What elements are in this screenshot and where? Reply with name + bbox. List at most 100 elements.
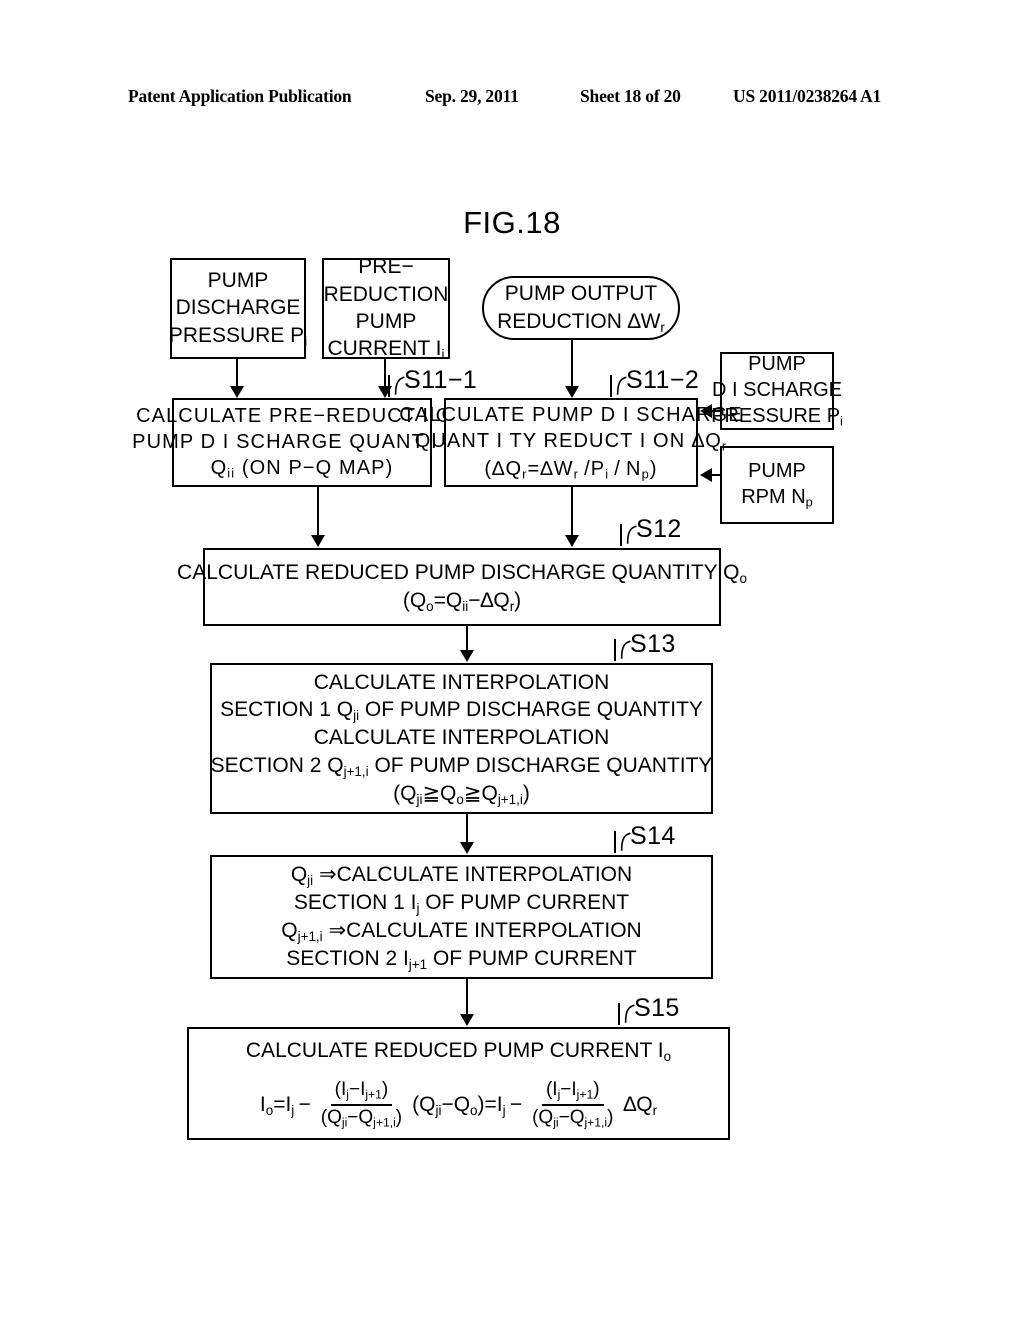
prpc-line1: PRE− xyxy=(358,255,414,279)
s11-2-line2-sub: r xyxy=(721,438,728,454)
s14-line3: Qj+1,i ⇒CALCULATE INTERPOLATION xyxy=(281,917,641,945)
s15-formula-mid: (Qji−Qo)=Ij − xyxy=(412,1092,523,1118)
s15-formula: Io=Ij − (Ij−Ij+1) (Qji−Qj+1,i) (Qji−Qo)=… xyxy=(258,1079,659,1130)
arrowhead-pdpr-to-s11-2 xyxy=(700,404,712,418)
s14-line3-a: Q xyxy=(281,919,298,942)
prpc-line3: PUMP xyxy=(355,310,417,334)
s15-frac1-numerator: (Ij−Ij+1) xyxy=(330,1079,393,1106)
header-patent-number: US 2011/0238264 A1 xyxy=(733,86,882,106)
s11-1-line3-sub: ii xyxy=(227,465,236,481)
s14-line4: SECTION 2 Ij+1 OF PUMP CURRENT xyxy=(286,945,636,973)
step-label-s12: S12 xyxy=(636,515,682,543)
arrowhead-s14-to-s15 xyxy=(460,1014,474,1026)
s13-line4-a: SECTION 2 Q xyxy=(210,753,344,777)
step-label-s11-1: S11−1 xyxy=(404,366,478,394)
s11-1-line3-q: Q xyxy=(210,456,228,479)
s13-line1: CALCULATE INTERPOLATION xyxy=(313,670,610,694)
step-s14-box: Qji ⇒CALCULATE INTERPOLATION SECTION 1 I… xyxy=(210,855,713,979)
connector-s12-to-s13 xyxy=(466,626,468,651)
s14-line1-b: ⇒CALCULATE INTERPOLATION xyxy=(313,862,633,886)
s12-line1-text: CALCULATE REDUCED PUMP DISCHARGE QUANTIT… xyxy=(177,560,740,584)
s15-formula-frac1: (Ij−Ij+1) (Qji−Qj+1,i) xyxy=(317,1079,406,1130)
connector-pdpr-to-s11-2 xyxy=(712,410,722,412)
node-pump-rpm-right: PUMP RPM Np xyxy=(720,446,834,524)
prpc-line2: REDUCTION xyxy=(323,282,449,306)
hook-s12 xyxy=(620,524,637,546)
hook-s11-1 xyxy=(388,375,405,397)
s12-line1-sub: o xyxy=(739,570,747,586)
step-s11-1-box: CALCULATE PRE−REDUCT I ON PUMP D I SCHAR… xyxy=(132,398,471,487)
s15-title-sub: o xyxy=(663,1048,672,1064)
arrowhead-pdp-to-s11-1 xyxy=(230,386,244,398)
header-sheet: Sheet 18 of 20 xyxy=(580,86,681,106)
connector-prr-to-s11-2 xyxy=(712,474,722,476)
step-label-s13: S13 xyxy=(630,630,676,658)
step-s13-box: CALCULATE INTERPOLATION SECTION 1 Qji OF… xyxy=(210,663,713,814)
step-s11-2-box: CALCULATE PUMP D I SCHARGE QUANT I TY RE… xyxy=(399,398,742,487)
s13-line5: (Qji≧Qo≧Qj+1,i) xyxy=(393,781,530,807)
s15-title-text: CALCULATE REDUCED PUMP CURRENT I xyxy=(245,1039,664,1063)
pdp-line1: PUMP xyxy=(207,269,269,293)
header-date: Sep. 29, 2011 xyxy=(425,86,519,106)
s13-line2-a: SECTION 1 Q xyxy=(220,698,354,722)
header-publication: Patent Application Publication xyxy=(128,86,352,106)
s14-line2-a: SECTION 1 I xyxy=(293,890,417,914)
s15-formula-lhs: Io=Ij − xyxy=(259,1092,311,1118)
por-line2-sub: r xyxy=(660,319,665,335)
connector-pdp-to-s11-1 xyxy=(236,359,238,387)
connector-s13-to-s14 xyxy=(466,814,468,843)
arrowhead-s11-1-to-s12 xyxy=(311,535,325,547)
s11-2-line3: (∆Qr=∆Wr /Pi / Np) xyxy=(484,457,658,482)
s15-frac2-numerator: (Ij−Ij+1) xyxy=(541,1079,604,1106)
arrowhead-s11-2-to-s12 xyxy=(565,535,579,547)
arrowhead-prr-to-s11-2 xyxy=(700,468,712,482)
por-line2-text: REDUCTION ∆W xyxy=(497,309,661,333)
s14-line4-a: SECTION 2 I xyxy=(286,947,409,971)
pdp-line2: DISCHARGE xyxy=(175,296,301,320)
por-line2: REDUCTION ∆Wr xyxy=(497,308,665,336)
s12-line1: CALCULATE REDUCED PUMP DISCHARGE QUANTIT… xyxy=(177,559,747,587)
s11-1-line3-post: (ON P−Q MAP) xyxy=(235,456,394,479)
s11-2-line2: QUANT I TY REDUCT I ON ∆Qr xyxy=(415,428,728,455)
prpc-line4-text: CURRENT I xyxy=(327,337,442,361)
s12-line2: (Qo=Qii−∆Qr) xyxy=(402,589,522,614)
arrowhead-por-to-s11-2 xyxy=(565,386,579,398)
s15-formula-rhs: ∆Qr xyxy=(623,1092,658,1118)
s13-line3: CALCULATE INTERPOLATION xyxy=(313,726,610,750)
pdpr-line3-sub: i xyxy=(840,413,843,429)
prr-line2-text: RPM N xyxy=(741,486,806,509)
pdp-line3-sub: i xyxy=(304,333,308,349)
node-pump-output-reduction: PUMP OUTPUT REDUCTION ∆Wr xyxy=(482,276,680,340)
por-line1: PUMP OUTPUT xyxy=(504,282,658,306)
prr-line1: PUMP xyxy=(748,460,806,483)
s13-line4-b: OF PUMP DISCHARGE QUANTITY xyxy=(368,753,713,777)
step-s15-box: CALCULATE REDUCED PUMP CURRENT Io Io=Ij … xyxy=(187,1027,730,1140)
step-label-s15: S15 xyxy=(634,994,680,1022)
s14-line2-b: OF PUMP CURRENT xyxy=(419,890,630,914)
connector-s11-2-to-s12 xyxy=(571,487,573,535)
prpc-line4-sub: i xyxy=(441,347,445,363)
s13-line2-b: OF PUMP DISCHARGE QUANTITY xyxy=(359,698,703,722)
s15-title: CALCULATE REDUCED PUMP CURRENT Io xyxy=(246,1037,671,1065)
step-label-s14: S14 xyxy=(630,822,676,850)
s15-frac1-denominator: (Qji−Qj+1,i) xyxy=(320,1106,403,1129)
node-pump-discharge-pressure: PUMP DISCHARGE PRESSURE Pi xyxy=(169,258,307,359)
hook-s14 xyxy=(614,831,631,853)
s13-line4: SECTION 2 Qj+1,i OF PUMP DISCHARGE QUANT… xyxy=(211,752,713,780)
hook-s13 xyxy=(614,639,631,661)
s14-line1: Qji ⇒CALCULATE INTERPOLATION xyxy=(291,861,632,889)
s14-line1-a: Q xyxy=(290,862,308,886)
s11-1-line3: Qii (ON P−Q MAP) xyxy=(211,455,394,482)
connector-s11-1-to-s12 xyxy=(317,487,319,535)
node-pre-reduction-pump-current: PRE− REDUCTION PUMP CURRENT Ii xyxy=(322,255,450,363)
s11-2-line1: CALCULATE PUMP D I SCHARGE xyxy=(399,404,743,427)
hook-s15 xyxy=(618,1003,635,1025)
s13-line4-sub: j+1,i xyxy=(343,763,369,779)
pdpr-line2: D I SCHARGE xyxy=(711,379,843,402)
prr-line2-sub: p xyxy=(805,494,813,510)
s15-frac2-denominator: (Qji−Qj+1,i) xyxy=(532,1106,614,1129)
s11-2-line2-text: QUANT I TY REDUCT I ON ∆Q xyxy=(414,430,722,453)
pdp-line3-text: PRESSURE P xyxy=(168,323,305,347)
pdp-line3: PRESSURE Pi xyxy=(169,322,307,350)
connector-prpc-to-s11-1 xyxy=(384,359,386,387)
